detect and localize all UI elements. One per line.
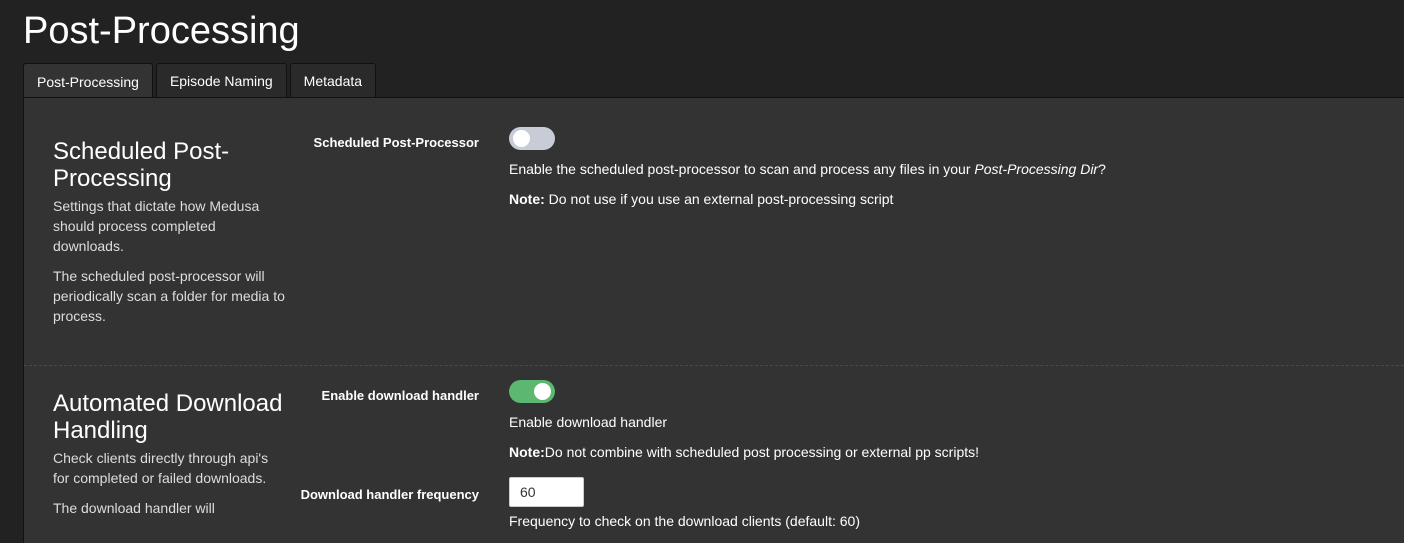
automated-section-text-2: The download handler will [53,500,215,516]
scheduled-post-processor-note: Note: Do not use if you use an external … [509,189,1106,209]
tab-post-processing[interactable]: Post-Processing [23,63,153,99]
automated-section-title: Automated Download Handling [53,390,283,444]
enable-download-handler-help: Enable download handler [509,414,668,430]
download-handler-frequency-control: Frequency to check on the download clien… [509,477,860,531]
automated-section-description: Automated Download Handling Check client… [53,390,285,528]
download-handler-frequency-help: Frequency to check on the download clien… [509,513,860,529]
enable-download-handler-toggle[interactable] [509,380,555,403]
scheduled-post-processor-control: Enable the scheduled post-processor to s… [509,127,1106,209]
tab-episode-naming[interactable]: Episode Naming [155,63,287,98]
help-emphasis: Post-Processing Dir [974,161,1099,177]
help-text: Enable the scheduled post-processor to s… [509,161,975,177]
page-title: Post-Processing [23,10,300,52]
toggle-knob [513,130,530,147]
scheduled-section-description: Scheduled Post-Processing Settings that … [53,138,285,336]
scheduled-post-processor-toggle[interactable] [509,127,555,150]
automated-section-text-1: Check clients directly through api's for… [53,450,269,486]
tab-bar: Post-Processing Episode Naming Metadata [23,63,377,99]
tab-content-panel: Scheduled Post-Processing Settings that … [23,97,1404,543]
scheduled-post-processor-label: Scheduled Post-Processor [313,135,479,150]
scheduled-section-title: Scheduled Post-Processing [53,138,230,192]
note-text: Do not combine with scheduled post proce… [544,444,980,460]
enable-download-handler-note: Note:Do not combine with scheduled post … [509,442,979,462]
post-processing-page: Post-Processing Post-Processing Episode … [0,0,1404,543]
scheduled-section-text-2: The scheduled post-processor will period… [53,268,285,324]
enable-download-handler-control: Enable download handler Note:Do not comb… [509,380,979,462]
scheduled-section-text-1: Settings that dictate how Medusa should … [53,198,260,254]
scheduled-post-processor-help: Enable the scheduled post-processor to s… [509,159,1106,179]
download-handler-frequency-label: Download handler frequency [300,487,479,502]
enable-download-handler-label: Enable download handler [321,388,479,403]
scheduled-post-processing-section: Scheduled Post-Processing Settings that … [24,98,1404,366]
note-label: Note: [509,191,545,207]
automated-download-handling-section: Automated Download Handling Check client… [24,366,1404,543]
download-handler-frequency-input[interactable] [509,477,584,507]
help-suffix: ? [1098,161,1106,177]
tab-metadata[interactable]: Metadata [289,63,377,98]
note-text: Do not use if you use an external post-p… [544,191,894,207]
toggle-knob [534,383,551,400]
note-label: Note: [509,444,545,460]
